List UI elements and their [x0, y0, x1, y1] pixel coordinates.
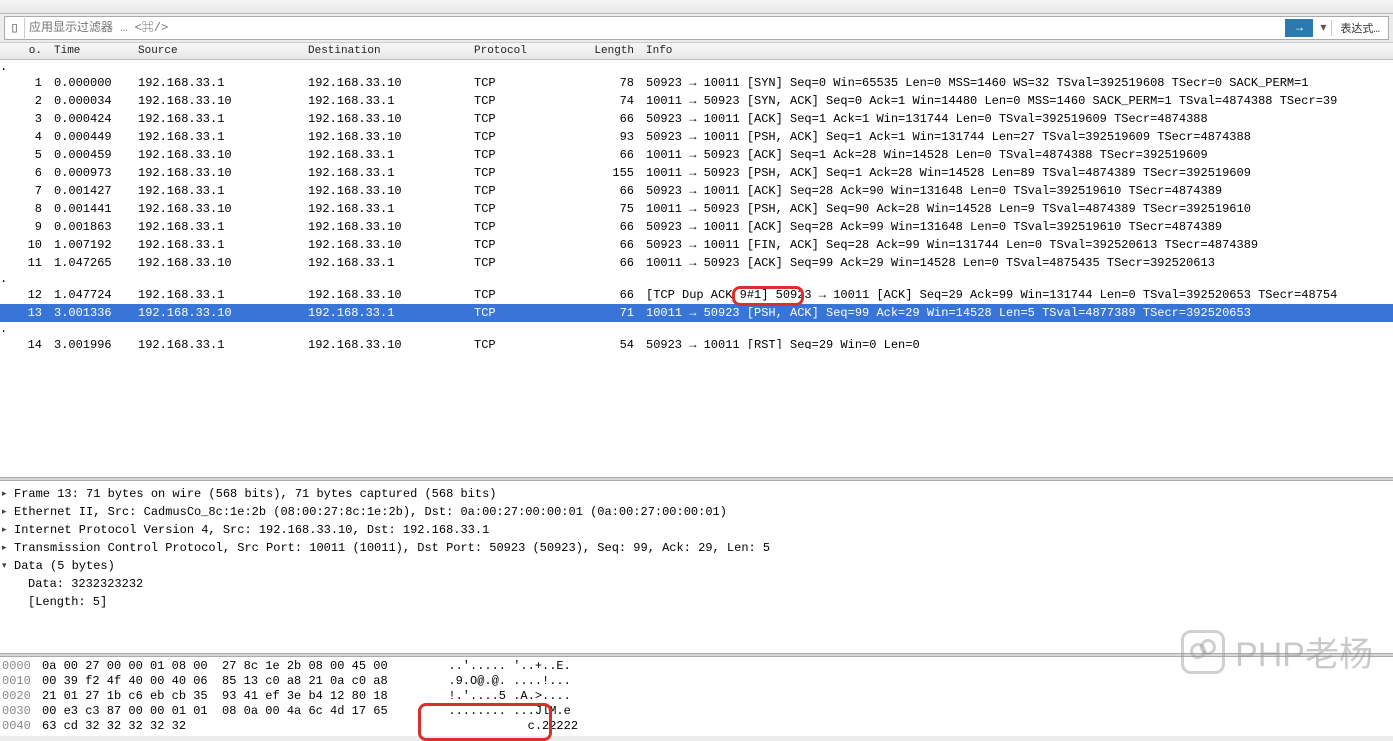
main-toolbar — [0, 0, 1393, 14]
packet-list-header: o. Time Source Destination Protocol Leng… — [0, 42, 1393, 60]
packet-row[interactable]: 133.001336192.168.33.10192.168.33.1TCP71… — [0, 304, 1393, 322]
packet-row[interactable]: 60.000973192.168.33.10192.168.33.1TCP155… — [0, 164, 1393, 182]
col-header-source[interactable]: Source — [132, 44, 302, 58]
detail-line[interactable]: [Length: 5] — [2, 593, 1391, 611]
tree-toggle-icon[interactable]: ▸ — [2, 521, 12, 539]
display-filter-input[interactable] — [29, 21, 1285, 35]
hex-row[interactable]: 003000 e3 c3 87 00 00 01 01 08 0a 00 4a … — [2, 704, 1391, 719]
packet-row[interactable]: 121.047724192.168.33.1192.168.33.10TCP66… — [0, 286, 1393, 304]
expression-button[interactable]: 表达式… — [1331, 20, 1388, 36]
packet-bytes-pane[interactable]: 00000a 00 27 00 00 01 08 00 27 8c 1e 2b … — [0, 657, 1393, 736]
packet-row[interactable]: 10.000000192.168.33.1192.168.33.10TCP785… — [0, 74, 1393, 92]
hex-row[interactable]: 004063 cd 32 32 32 32 32 c.22222 — [2, 719, 1391, 734]
hex-row[interactable]: 001000 39 f2 4f 40 00 40 06 85 13 c0 a8 … — [2, 674, 1391, 689]
display-filter-bar: ▯ → ▾ 表达式… — [4, 16, 1389, 40]
tree-toggle-icon[interactable]: ▸ — [2, 503, 12, 521]
col-header-protocol[interactable]: Protocol — [468, 44, 560, 58]
tree-toggle-icon[interactable]: ▸ — [2, 485, 12, 503]
detail-line[interactable]: ▸Ethernet II, Src: CadmusCo_8c:1e:2b (08… — [2, 503, 1391, 521]
packet-details-pane[interactable]: ▸Frame 13: 71 bytes on wire (568 bits), … — [0, 481, 1393, 613]
tree-toggle-icon[interactable]: ▾ — [2, 557, 12, 575]
detail-line[interactable]: ▸Transmission Control Protocol, Src Port… — [2, 539, 1391, 557]
hex-row[interactable]: 00000a 00 27 00 00 01 08 00 27 8c 1e 2b … — [2, 659, 1391, 674]
col-header-length[interactable]: Length — [560, 44, 640, 58]
packet-row[interactable]: 143.001996192.168.33.1192.168.33.10TCP54… — [0, 336, 1393, 350]
packet-row[interactable]: 90.001863192.168.33.1192.168.33.10TCP665… — [0, 218, 1393, 236]
filter-history-dropdown[interactable]: ▾ — [1315, 20, 1331, 35]
packet-row[interactable]: 111.047265192.168.33.10192.168.33.1TCP66… — [0, 254, 1393, 272]
packet-row[interactable]: 50.000459192.168.33.10192.168.33.1TCP661… — [0, 146, 1393, 164]
packet-row[interactable]: 30.000424192.168.33.1192.168.33.10TCP665… — [0, 110, 1393, 128]
tree-toggle-icon[interactable]: ▸ — [2, 539, 12, 557]
col-header-time[interactable]: Time — [48, 44, 132, 58]
packet-row[interactable]: 101.007192192.168.33.1192.168.33.10TCP66… — [0, 236, 1393, 254]
filter-apply-button[interactable]: → — [1285, 19, 1313, 37]
col-header-no[interactable]: o. — [0, 44, 48, 58]
detail-line[interactable]: ▾Data (5 bytes) — [2, 557, 1391, 575]
hex-row[interactable]: 002021 01 27 1b c6 eb cb 35 93 41 ef 3e … — [2, 689, 1391, 704]
packet-row[interactable]: 40.000449192.168.33.1192.168.33.10TCP935… — [0, 128, 1393, 146]
packet-row[interactable]: 80.001441192.168.33.10192.168.33.1TCP751… — [0, 200, 1393, 218]
col-header-info[interactable]: Info — [640, 44, 1393, 58]
detail-line[interactable]: ▸Frame 13: 71 bytes on wire (568 bits), … — [2, 485, 1391, 503]
detail-line[interactable]: ▸Internet Protocol Version 4, Src: 192.1… — [2, 521, 1391, 539]
packet-row[interactable]: 20.000034192.168.33.10192.168.33.1TCP741… — [0, 92, 1393, 110]
packet-list-pane: o. Time Source Destination Protocol Leng… — [0, 42, 1393, 350]
detail-line[interactable]: Data: 3232323232 — [2, 575, 1391, 593]
packet-row[interactable]: 70.001427192.168.33.1192.168.33.10TCP665… — [0, 182, 1393, 200]
packet-list-body[interactable]: .10.000000192.168.33.1192.168.33.10TCP78… — [0, 60, 1393, 350]
filter-bookmark-icon[interactable]: ▯ — [5, 18, 25, 38]
col-header-destination[interactable]: Destination — [302, 44, 468, 58]
